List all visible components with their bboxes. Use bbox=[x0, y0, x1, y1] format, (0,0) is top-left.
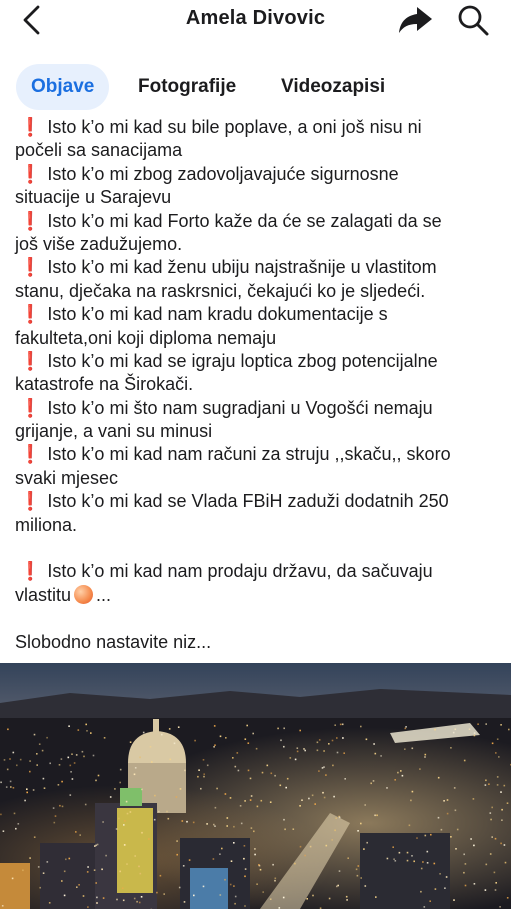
post-line-text: Isto k’o mi kad se igraju loptica zbog p… bbox=[47, 350, 438, 371]
exclamation-icon: ❗ bbox=[19, 561, 42, 582]
post-line: ❗ Isto k’o mi kad nam računi za struju ,,… bbox=[15, 443, 501, 466]
post-line: svaki mjesec bbox=[15, 467, 501, 490]
post-line: ❗ Isto k’o mi što nam sugradjani u Vogošć… bbox=[15, 397, 501, 420]
post-line-text: Isto k’o mi kad ženu ubiju najstrašnije … bbox=[47, 257, 437, 278]
post-line: miliona. bbox=[15, 514, 501, 537]
tab-videozapisi[interactable]: Videozapisi bbox=[281, 64, 385, 110]
profile-tabs: Objave Fotografije Videozapisi bbox=[16, 64, 511, 110]
post-line: ❗ Isto k’o mi kad nam prodaju državu, da … bbox=[15, 560, 501, 583]
post-line-text: Isto k’o mi kad nam računi za struju ,,s… bbox=[47, 444, 451, 465]
post-line-text: situacije u Sarajevu bbox=[15, 187, 172, 208]
post-line-text: počeli sa sanacijama bbox=[15, 140, 183, 161]
post-line: katastrofe na Širokači. bbox=[15, 373, 501, 396]
city-night-photo bbox=[0, 663, 511, 909]
post-line-text: Isto k’o mi kad Forto kaže da će se zala… bbox=[47, 210, 442, 231]
exclamation-icon: ❗ bbox=[19, 350, 42, 371]
post-line-text: stanu, dječaka na raskrsnici, čekajući k… bbox=[15, 280, 426, 301]
search-icon[interactable] bbox=[455, 3, 491, 37]
post-line-text: grijanje, a vani su minusi bbox=[15, 421, 213, 442]
post-line: ❗ Isto k’o mi kad se Vlada FBiH zaduži do… bbox=[15, 490, 501, 513]
exclamation-icon: ❗ bbox=[19, 491, 42, 512]
post-lines: ❗ Isto k’o mi kad su bile poplave, a oni … bbox=[15, 116, 501, 654]
post-line: ❗ Isto k’o mi kad Forto kaže da će se zal… bbox=[15, 210, 501, 233]
post-line: ❗ Isto k’o mi zbog zadovoljavajuće sigurn… bbox=[15, 163, 501, 186]
post-line: situacije u Sarajevu bbox=[15, 186, 501, 209]
exclamation-icon: ❗ bbox=[19, 304, 42, 325]
tab-objave[interactable]: Objave bbox=[16, 64, 110, 110]
post-line: stanu, dječaka na raskrsnici, čekajući k… bbox=[15, 280, 501, 303]
exclamation-icon: ❗ bbox=[19, 163, 42, 184]
post-line: fakulteta,oni koji diploma nemaju bbox=[15, 327, 501, 350]
post-closing: Slobodno nastavite niz... bbox=[15, 631, 212, 652]
post-line: ❗ Isto k’o mi kad ženu ubiju najstrašnije… bbox=[15, 256, 501, 279]
post-line: ❗ Isto k’o mi kad se igraju loptica zbog … bbox=[15, 350, 501, 373]
post-line-text: katastrofe na Širokači. bbox=[15, 374, 194, 395]
post-line-suffix: ... bbox=[96, 584, 112, 605]
peach-emoji-icon bbox=[74, 584, 94, 604]
exclamation-icon: ❗ bbox=[19, 397, 42, 418]
exclamation-icon: ❗ bbox=[19, 117, 42, 137]
post-line-text: još više zadužujemo. bbox=[15, 233, 183, 254]
post-line-text: Isto k’o mi kad su bile poplave, a oni j… bbox=[47, 117, 422, 137]
post-photo[interactable] bbox=[0, 663, 511, 909]
post-line-text: Isto k’o mi zbog zadovoljavajuće sigurno… bbox=[47, 163, 399, 184]
post-line: grijanje, a vani su minusi bbox=[15, 420, 501, 443]
post-text: ❗ Isto k’o mi kad su bile poplave, a oni … bbox=[0, 110, 511, 663]
post-line: ❗ Isto k’o mi kad nam kradu dokumentacije… bbox=[15, 303, 501, 326]
post-line-text: vlastitu bbox=[15, 584, 72, 605]
post-line-text: Isto k’o mi kad nam kradu dokumentacije … bbox=[47, 304, 388, 325]
exclamation-icon: ❗ bbox=[19, 210, 42, 231]
post-line: počeli sa sanacijama bbox=[15, 139, 501, 162]
post-line-text: miliona. bbox=[15, 514, 78, 535]
post-line-text: Isto k’o mi što nam sugradjani u Vogošći… bbox=[47, 397, 433, 418]
top-bar: Amela Divovic bbox=[0, 0, 511, 42]
post-line-text: Isto k’o mi kad se Vlada FBiH zaduži dod… bbox=[47, 491, 449, 512]
page-title: Amela Divovic bbox=[185, 7, 326, 29]
post-line-text: svaki mjesec bbox=[15, 467, 119, 488]
post-line-text: Isto k’o mi kad nam prodaju državu, da s… bbox=[47, 561, 433, 582]
exclamation-icon: ❗ bbox=[19, 444, 42, 465]
exclamation-icon: ❗ bbox=[19, 257, 42, 278]
tab-fotografije[interactable]: Fotografije bbox=[138, 64, 236, 110]
post-line: još više zadužujemo. bbox=[15, 233, 501, 256]
post-line: ❗ Isto k’o mi kad su bile poplave, a oni … bbox=[15, 116, 501, 139]
post-line: vlastitu... bbox=[15, 584, 501, 607]
share-arrow-icon[interactable] bbox=[396, 4, 434, 36]
post-line-text: fakulteta,oni koji diploma nemaju bbox=[15, 327, 277, 348]
